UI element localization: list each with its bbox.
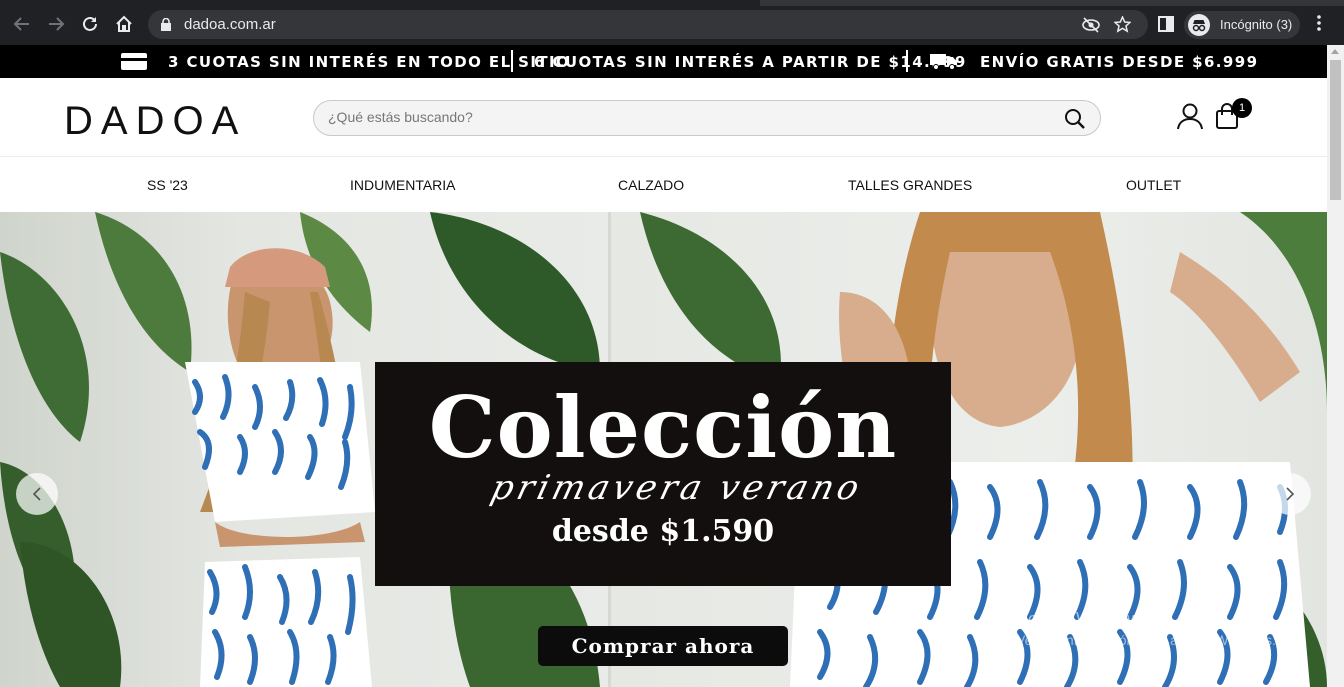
credit-card-icon bbox=[121, 53, 147, 70]
search-bar[interactable] bbox=[313, 100, 1101, 136]
carousel-prev-button[interactable] bbox=[16, 473, 58, 515]
promo-item-installments: 3 CUOTAS SIN INTERÉS EN TODO EL SITIO bbox=[168, 53, 571, 71]
promo-item-6-installments: 6 CUOTAS SIN INTERÉS A PARTIR DE $14.999 bbox=[534, 53, 967, 71]
lock-icon[interactable] bbox=[161, 17, 171, 36]
promo-bar: 3 CUOTAS SIN INTERÉS EN TODO EL SITIO 6 … bbox=[0, 45, 1327, 78]
promo-divider bbox=[511, 50, 513, 72]
nav-item-talles-grandes[interactable]: TALLES GRANDES bbox=[848, 177, 972, 193]
page-scrollbar[interactable] bbox=[1327, 45, 1344, 687]
truck-icon bbox=[930, 52, 958, 74]
nav-item-ss23[interactable]: SS '23 bbox=[147, 177, 188, 193]
nav-item-calzado[interactable]: CALZADO bbox=[618, 177, 684, 193]
eye-off-icon[interactable] bbox=[1082, 17, 1100, 38]
incognito-profile-button[interactable]: Incógnito (3) bbox=[1184, 11, 1300, 39]
nav-item-outlet[interactable]: OUTLET bbox=[1126, 177, 1181, 193]
address-bar[interactable]: dadoa.com.ar bbox=[148, 10, 1148, 39]
hero-banner[interactable]: Colección primavera verano desde $1.590 … bbox=[0, 212, 1327, 687]
incognito-label: Incógnito (3) bbox=[1220, 17, 1293, 32]
scroll-up-icon[interactable] bbox=[1331, 49, 1339, 54]
forward-icon[interactable] bbox=[44, 12, 68, 36]
star-icon[interactable] bbox=[1113, 15, 1132, 38]
reload-icon[interactable] bbox=[78, 12, 102, 36]
user-account-icon[interactable] bbox=[1176, 102, 1204, 135]
incognito-icon bbox=[1188, 14, 1210, 36]
kebab-menu-icon[interactable] bbox=[1316, 14, 1322, 37]
url-text[interactable]: dadoa.com.ar bbox=[184, 16, 276, 33]
browser-toolbar: dadoa.com.ar Incógnito (3) bbox=[0, 0, 1344, 45]
active-tab[interactable] bbox=[0, 0, 760, 6]
site-header: DADOA 1 bbox=[0, 78, 1327, 157]
promo-divider bbox=[906, 50, 908, 72]
scrollbar-thumb[interactable] bbox=[1330, 60, 1341, 200]
page-viewport: 3 CUOTAS SIN INTERÉS EN TODO EL SITIO 6 … bbox=[0, 45, 1327, 687]
tab-strip bbox=[0, 0, 1344, 6]
chevron-right-icon bbox=[1286, 487, 1295, 501]
nav-item-indumentaria[interactable]: INDUMENTARIA bbox=[350, 177, 456, 193]
hero-price: desde $1.590 bbox=[551, 514, 775, 549]
hero-text-panel: Colección primavera verano desde $1.590 bbox=[375, 362, 951, 586]
chevron-left-icon bbox=[32, 487, 41, 501]
carousel-next-button[interactable] bbox=[1269, 473, 1311, 515]
back-icon[interactable] bbox=[10, 12, 34, 36]
search-input[interactable] bbox=[328, 109, 1048, 125]
side-panel-icon[interactable] bbox=[1158, 16, 1174, 37]
main-nav: SS '23 INDUMENTARIA CALZADO TALLES GRAND… bbox=[0, 158, 1327, 212]
hero-subtitle: primavera verano bbox=[486, 468, 868, 508]
windows-activation-watermark-text: Ve a Configuración para activar Windows. bbox=[1016, 632, 1276, 648]
windows-activation-watermark-title: Activar Windows bbox=[1016, 609, 1150, 629]
site-logo[interactable]: DADOA bbox=[64, 99, 246, 144]
search-icon[interactable] bbox=[1064, 108, 1086, 135]
home-icon[interactable] bbox=[112, 12, 136, 36]
hero-title: Colección bbox=[428, 378, 898, 477]
shop-now-button[interactable]: Comprar ahora bbox=[538, 626, 788, 666]
promo-item-free-shipping: ENVÍO GRATIS DESDE $6.999 bbox=[980, 53, 1259, 71]
cart-count-badge[interactable]: 1 bbox=[1232, 98, 1252, 118]
